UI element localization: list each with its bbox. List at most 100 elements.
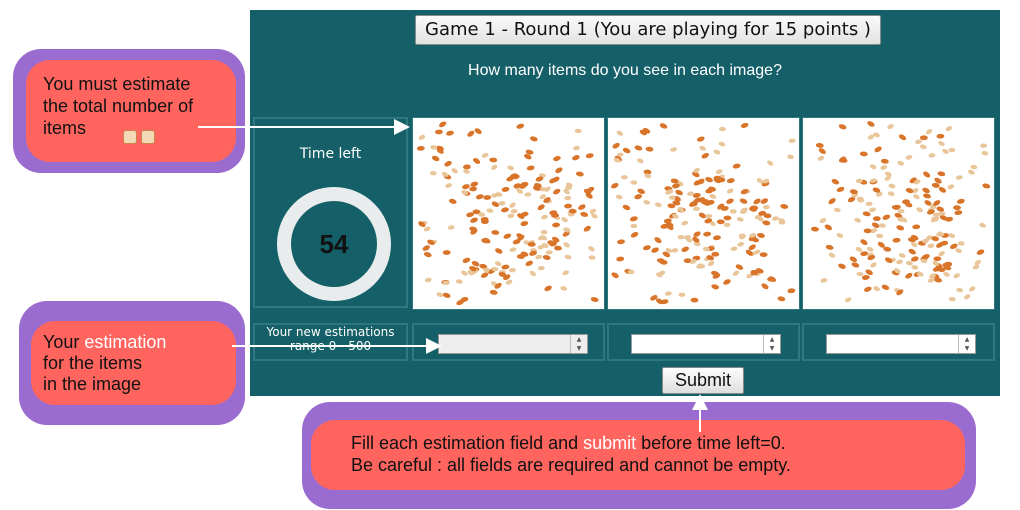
scattered-item [945, 125, 953, 132]
spin-down-icon[interactable]: ▼ [571, 344, 587, 353]
scattered-item [844, 297, 852, 303]
scattered-item [828, 198, 836, 205]
scattered-item [645, 146, 654, 152]
item-image-1 [412, 117, 605, 310]
scattered-item [630, 180, 638, 185]
scattered-item [643, 199, 651, 205]
range-label-line2: range 0 - 500 [289, 339, 372, 353]
scattered-item [730, 246, 738, 251]
scattered-item [585, 153, 594, 159]
estimation-field-3[interactable] [827, 335, 959, 353]
spin-down-icon[interactable]: ▼ [764, 344, 780, 353]
scattered-item [462, 257, 471, 263]
estimation-input-3[interactable]: ▲ ▼ [826, 334, 976, 354]
scattered-item [424, 277, 432, 283]
scattered-item [501, 264, 510, 270]
scattered-item [429, 171, 437, 176]
scattered-item [726, 198, 734, 204]
scattered-item [777, 296, 786, 302]
scattered-item [615, 194, 623, 200]
scattered-item [501, 187, 510, 192]
scattered-item [885, 257, 893, 264]
scattered-item [529, 270, 536, 277]
scattered-item [711, 284, 720, 290]
scattered-item [947, 184, 955, 190]
estimation-field-2[interactable] [632, 335, 764, 353]
scattered-item [948, 147, 956, 153]
scattered-item [574, 128, 582, 134]
scattered-item [956, 287, 964, 293]
scattered-item [711, 251, 720, 257]
scattered-item [507, 213, 515, 219]
scattered-item [982, 183, 991, 189]
submit-button[interactable]: Submit [662, 367, 744, 394]
spin-up-icon[interactable]: ▲ [571, 335, 587, 344]
scattered-item [480, 272, 489, 278]
scattered-item [659, 123, 668, 129]
estimation-input-1[interactable]: ▲ ▼ [438, 334, 588, 354]
scattered-item [709, 193, 717, 199]
scattered-item [896, 225, 905, 231]
scattered-item [954, 210, 963, 216]
callout-estimation-text: Your estimation for the items in the ima… [43, 332, 167, 394]
scattered-item [491, 230, 500, 235]
scattered-item [510, 209, 518, 214]
scattered-item [494, 261, 502, 267]
scattered-item [416, 146, 425, 151]
scattered-item [718, 141, 726, 147]
scattered-item [489, 157, 498, 163]
scattered-item [788, 138, 796, 143]
game-round-title: Game 1 - Round 1 (You are playing for 15… [415, 15, 881, 45]
scattered-item [442, 292, 451, 298]
scattered-item [892, 237, 901, 243]
scattered-item [787, 154, 795, 160]
scattered-item [447, 225, 455, 230]
scattered-item [509, 202, 516, 208]
scattered-item [836, 186, 845, 193]
scattered-item [520, 221, 529, 227]
spinner-3[interactable]: ▲ ▼ [958, 335, 975, 353]
scattered-item [564, 195, 572, 201]
scattered-item [865, 201, 873, 206]
spin-down-icon[interactable]: ▼ [959, 344, 975, 353]
scattered-item [863, 228, 872, 234]
scattered-item [474, 128, 482, 135]
time-left-panel: Time left 54 [253, 117, 408, 308]
scattered-item [637, 188, 645, 195]
scattered-item [849, 256, 858, 263]
scattered-item [612, 142, 620, 149]
scattered-item [697, 136, 705, 142]
scattered-item [872, 216, 881, 222]
spin-up-icon[interactable]: ▲ [764, 335, 780, 344]
scattered-item [976, 249, 985, 255]
scattered-item [928, 153, 936, 158]
scattered-item [427, 239, 435, 245]
scattered-item [948, 296, 956, 302]
scattered-item [873, 286, 880, 292]
scattered-item [541, 214, 548, 220]
scattered-item [880, 158, 889, 164]
scattered-item [716, 219, 725, 225]
spin-up-icon[interactable]: ▲ [959, 335, 975, 344]
scattered-item [707, 260, 715, 267]
scattered-item [469, 186, 478, 192]
scattered-item [654, 202, 662, 208]
scattered-item [761, 283, 769, 290]
scattered-item [573, 145, 580, 151]
scattered-item [552, 222, 561, 228]
scattered-item [564, 254, 572, 260]
scattered-item [491, 201, 500, 207]
spinner-2[interactable]: ▲ ▼ [763, 335, 780, 353]
scattered-item [462, 164, 471, 170]
scattered-item [526, 165, 535, 171]
scattered-item [732, 163, 741, 169]
scattered-item [787, 288, 796, 294]
estimation-input-2[interactable]: ▲ ▼ [631, 334, 781, 354]
scattered-item [864, 286, 872, 292]
scattered-item [860, 239, 868, 246]
scattered-item [434, 129, 443, 135]
scattered-item [759, 252, 768, 257]
spinner-1[interactable]: ▲ ▼ [570, 335, 587, 353]
scattered-item [919, 135, 928, 141]
estimation-field-1[interactable] [439, 335, 571, 353]
